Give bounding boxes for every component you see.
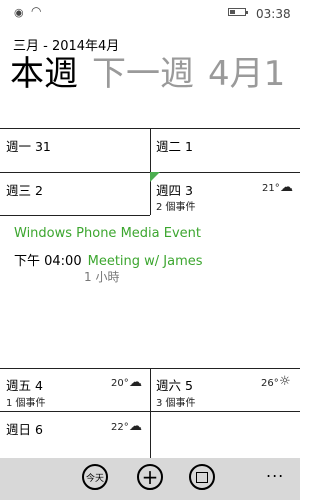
day-mon[interactable]: 週一 31	[6, 136, 51, 155]
thu-temp: 21°	[262, 183, 280, 194]
calendar-icon	[196, 471, 208, 483]
more-button[interactable]: ...	[266, 462, 284, 481]
signal-icon: ◉	[14, 6, 24, 19]
sat-events: 3 個事件	[156, 398, 196, 409]
day-fri[interactable]: 週五 4	[6, 375, 43, 394]
event-row[interactable]: 下午 04:00 Meeting w/ James	[14, 250, 203, 269]
app-bar: 今天 + ...	[0, 458, 300, 500]
calendar-view-button[interactable]	[189, 464, 215, 490]
event-detail[interactable]: Windows Phone Media Event 下午 04:00 Meetin…	[14, 226, 203, 284]
event-time: 下午 04:00	[14, 254, 82, 269]
sun-temp: 22°	[111, 422, 129, 433]
day-sun[interactable]: 週日 6	[6, 419, 43, 438]
event-name[interactable]: Meeting w/ James	[88, 254, 203, 269]
plus-icon: +	[141, 465, 159, 489]
battery-icon	[228, 8, 248, 16]
clock: 03:38	[256, 7, 291, 21]
day-sat[interactable]: 週六 5	[156, 375, 193, 394]
today-button[interactable]: 今天	[82, 464, 108, 490]
add-button[interactable]: +	[137, 464, 163, 490]
divider	[0, 215, 150, 216]
tab-april[interactable]: 4月1	[208, 54, 285, 94]
event-title[interactable]: Windows Phone Media Event	[14, 226, 201, 241]
day-wed[interactable]: 週三 2	[6, 180, 43, 199]
cloud-icon: ☁	[129, 419, 142, 434]
day-thu[interactable]: 週四 3	[156, 180, 193, 199]
today-label: 今天	[85, 473, 104, 484]
tab-next-week[interactable]: 下一週	[92, 54, 194, 94]
tab-this-week[interactable]: 本週	[10, 54, 78, 94]
sat-temp: 26°	[261, 378, 279, 389]
divider	[150, 368, 151, 458]
day-tue[interactable]: 週二 1	[156, 136, 193, 155]
rain-cloud-icon: ☁	[280, 180, 293, 195]
cloud-icon: ☁	[129, 375, 142, 390]
sun-icon: ☼	[279, 374, 291, 389]
status-bar: ◉ ◠ 03:38	[0, 0, 300, 24]
thu-events: 2 個事件	[156, 202, 196, 213]
pivot-header: 本週 下一週 4月1	[10, 52, 285, 96]
fri-events: 1 個事件	[6, 398, 46, 409]
fri-temp: 20°	[111, 378, 129, 389]
wifi-icon: ◠	[31, 4, 42, 18]
event-duration: 1 小時	[84, 270, 120, 284]
